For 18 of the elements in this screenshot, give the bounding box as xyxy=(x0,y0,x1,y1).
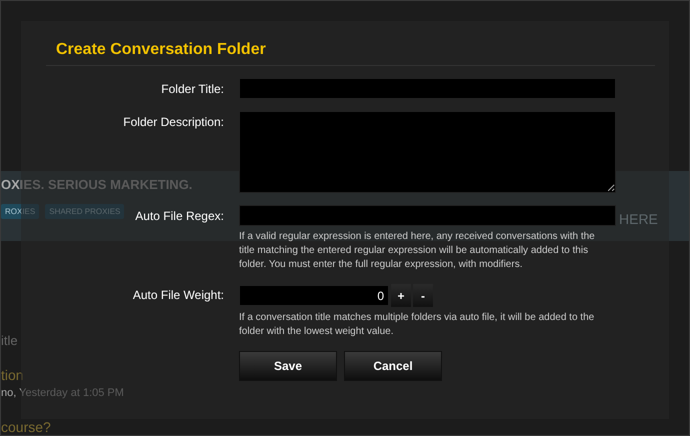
input-field[interactable] xyxy=(239,78,616,99)
thread-meta: no, Yesterday at 1:05 PM xyxy=(1,387,124,399)
decrement-button[interactable]: - xyxy=(413,284,433,307)
cancel-button[interactable]: Cancel xyxy=(344,351,442,381)
field-hint: If a conversation title matches multiple folders via auto file, it will be added to the folder with the lowest weight value. xyxy=(239,311,596,339)
column-label: itle xyxy=(1,333,18,348)
input-field[interactable] xyxy=(239,205,616,226)
increment-button[interactable]: + xyxy=(391,284,411,307)
field-label: Auto File Weight: xyxy=(132,288,224,302)
number-field[interactable]: 0 xyxy=(239,285,389,306)
dialog-title: Create Conversation Folder xyxy=(56,41,267,59)
save-button[interactable]: Save xyxy=(239,351,337,381)
field-label: Folder Title: xyxy=(161,82,224,96)
banner-button[interactable]: ROXIES xyxy=(1,204,40,219)
field-label: Auto File Regex: xyxy=(135,209,224,223)
field-hint: If a valid regular expression is entered here, any received conversations with the title matching the entered regular expression will be automatically added to this folder. You must enter the full regular expression, with modifiers. xyxy=(239,230,596,272)
field-label: Folder Description: xyxy=(123,115,224,129)
textarea-field[interactable] xyxy=(239,111,616,193)
